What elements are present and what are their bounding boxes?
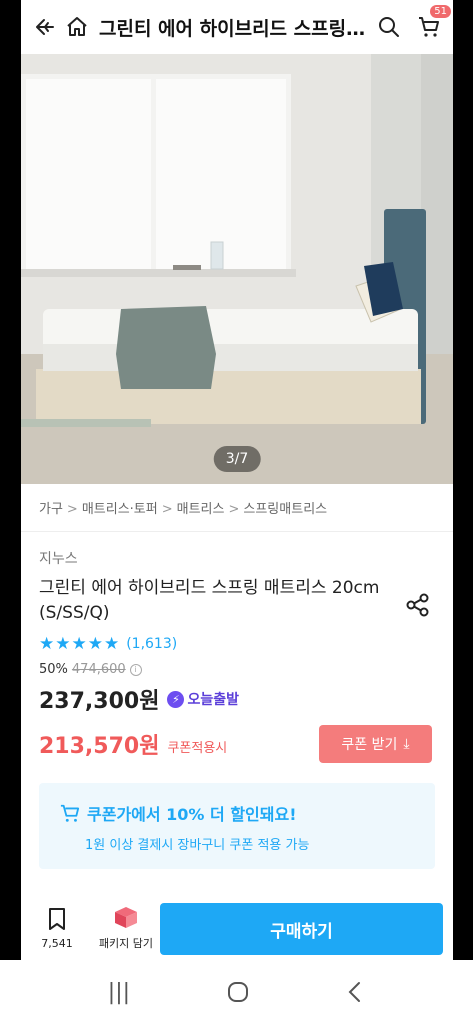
recent-apps-icon[interactable]: ||| [108,980,130,1005]
product-image[interactable]: 3/7 [21,54,453,484]
product-screen: 그린티 에어 하이브리드 스프링 매트리스 20cm (S/SS/Q) 51 [21,0,453,960]
chevron-right-icon: > [161,502,173,517]
bookmark-button[interactable]: 7,541 [24,907,90,950]
discount-rate: 50% [39,662,68,677]
price-row: 237,300원 ⚡ 오늘출발 [39,683,435,715]
gift-box-icon [115,907,137,928]
coupon-promo-banner[interactable]: 쿠폰가에서 10% 더 할인돼요! 1원 이상 결제시 장바구니 쿠폰 적용 가… [39,783,435,869]
system-nav-bar: ||| [0,960,473,1024]
share-button[interactable] [405,592,431,622]
today-shipping-badge: ⚡ 오늘출발 [167,689,239,709]
product-info: 지누스 그린티 에어 하이브리드 스프링 매트리스 20cm (S/SS/Q) … [21,532,453,763]
promo-title: 쿠폰가에서 10% 더 할인돼요! [87,805,297,824]
sale-price: 237,300원 [39,689,160,714]
cart-button[interactable]: 51 [413,5,451,43]
today-shipping-label: 오늘출발 [187,692,239,708]
rating-row[interactable]: ★★★★★ (1,613) [39,634,435,654]
cart-count-badge: 51 [430,5,451,18]
image-pager: 3/7 [213,446,261,472]
bedroom-photo [21,54,453,484]
share-icon [406,593,429,617]
coupon-row: 213,570원 쿠폰적용시 쿠폰 받기 ⤓ [39,725,435,763]
breadcrumb: 가구 > 매트리스·토퍼 > 매트리스 > 스프링매트리스 [21,484,453,517]
back-button[interactable] [29,11,61,43]
bookmark-icon [49,907,65,930]
review-count[interactable]: (1,613) [126,636,177,652]
coupon-price: 213,570원 [39,734,160,759]
chevron-right-icon: > [228,502,240,517]
back-chevron-icon[interactable] [345,980,365,1004]
top-bar: 그린티 에어 하이브리드 스프링 매트리스 20cm (S/SS/Q) 51 [21,0,453,54]
product-name: 그린티 에어 하이브리드 스프링 매트리스 20cm (S/SS/Q) [39,578,380,623]
search-icon [379,17,399,37]
back-arrow-icon [36,19,54,35]
coupon-note: 쿠폰적용시 [167,740,228,756]
info-icon[interactable]: i [129,663,142,676]
get-coupon-button[interactable]: 쿠폰 받기 ⤓ [319,725,432,763]
bottom-action-bar: 7,541 패키지 담기 구매하기 [21,896,453,960]
download-icon: ⤓ [403,736,410,752]
promo-title-row: 쿠폰가에서 10% 더 할인돼요! [59,801,435,825]
breadcrumb-item[interactable]: 가구 [39,502,63,517]
breadcrumb-item[interactable]: 매트리스·토퍼 [82,502,158,517]
package-button[interactable]: 패키지 담기 [93,905,159,951]
get-coupon-label: 쿠폰 받기 [341,737,398,753]
home-icon [67,17,87,36]
cart-icon [419,17,439,37]
brand-name[interactable]: 지누스 [39,548,435,568]
breadcrumb-item[interactable]: 매트리스 [177,502,225,517]
home-circle-icon[interactable] [226,980,250,1004]
search-button[interactable] [373,11,405,43]
discount-row: 50% 474,600 i [39,662,435,677]
cart-icon [60,804,80,822]
bookmark-count: 7,541 [41,936,73,950]
lightning-icon: ⚡ [167,690,185,708]
promo-subtitle: 1원 이상 결제시 장바구니 쿠폰 적용 가능 [85,838,310,853]
page-title: 그린티 에어 하이브리드 스프링 매트리스 20cm (S/SS/Q) [99,17,373,40]
home-button[interactable] [61,11,93,43]
buy-button[interactable]: 구매하기 [160,903,443,955]
breadcrumb-item[interactable]: 스프링매트리스 [243,502,327,517]
original-price: 474,600 [71,662,126,677]
chevron-right-icon: > [66,502,78,517]
star-rating-icon: ★★★★★ [39,634,121,654]
package-label: 패키지 담기 [98,937,154,950]
